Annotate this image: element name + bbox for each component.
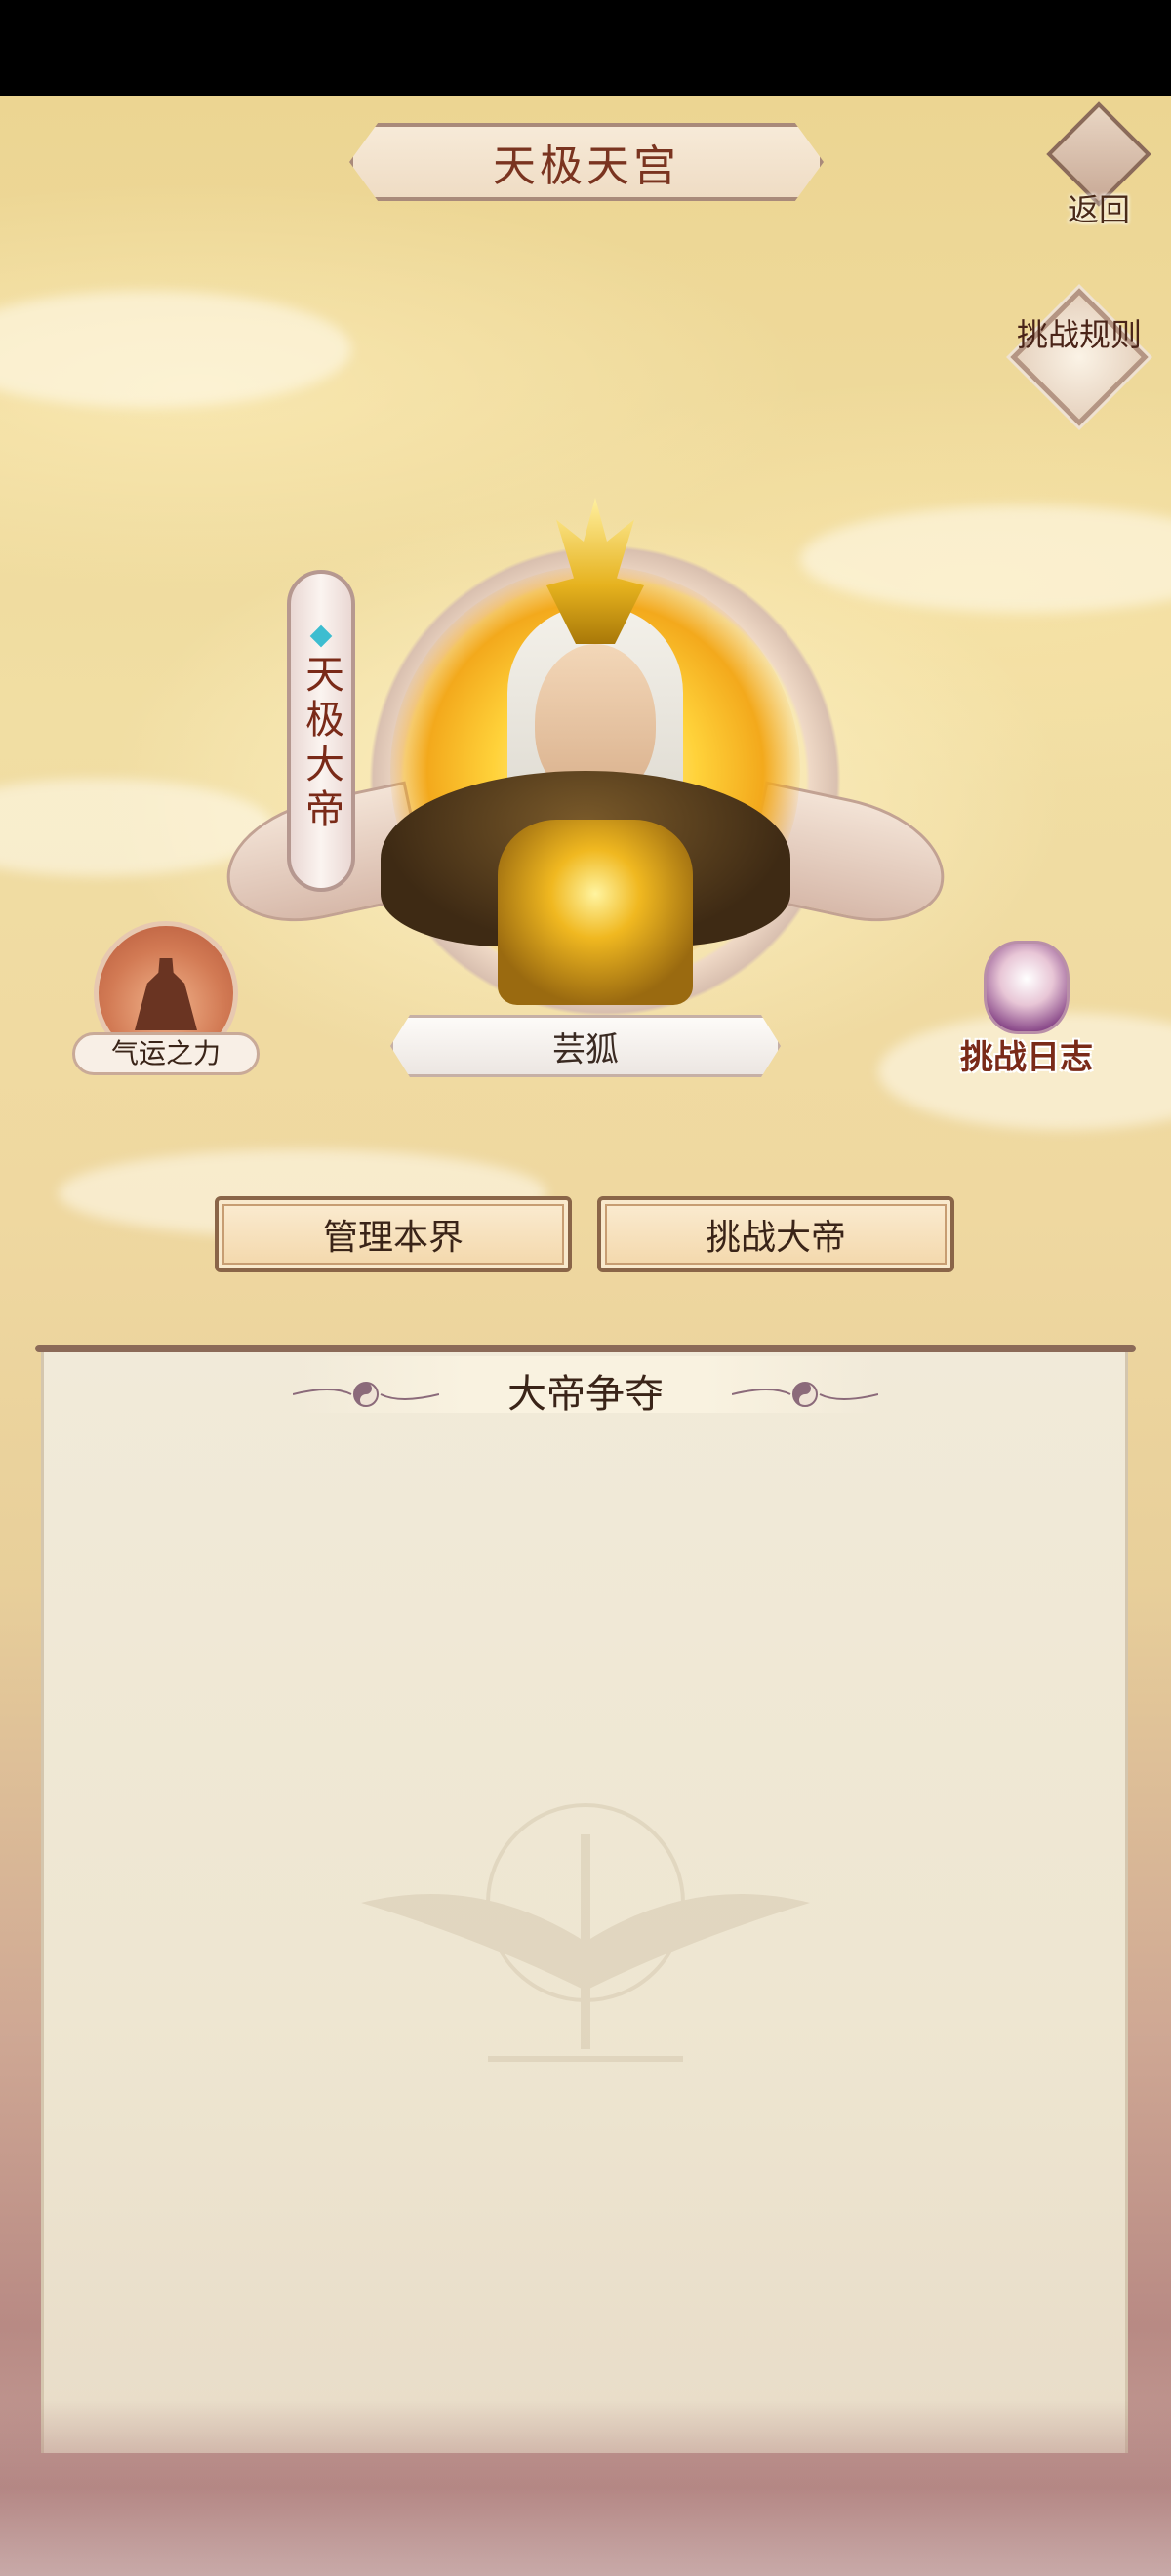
back-button[interactable]: 返回: [1040, 101, 1157, 228]
challenge-emperor-label: 挑战大帝: [705, 1218, 846, 1258]
emperor-title-text: 天极大帝: [299, 654, 343, 833]
page-title: 天极天宫: [493, 141, 680, 191]
phoenix-watermark-icon: [361, 1803, 810, 2062]
scroll-icon: [984, 941, 1070, 1034]
challenge-log-label: 挑战日志: [960, 1038, 1093, 1077]
panel-title: 大帝争夺: [507, 1372, 664, 1417]
emperor-title-banner: 天极大帝: [287, 570, 355, 892]
player-name: 芸狐: [552, 1029, 619, 1069]
rules-diamond-icon: [1010, 288, 1149, 426]
emperor-armor: [498, 820, 693, 1005]
status-bar: [0, 0, 1171, 96]
manage-realm-button[interactable]: 管理本界: [215, 1196, 572, 1272]
fortune-label: 气运之力: [72, 1032, 260, 1075]
yin-yang-ornament-icon: [732, 1382, 878, 1407]
manage-realm-label: 管理本界: [322, 1218, 464, 1258]
panel-top-rod: [35, 1345, 1136, 1352]
emperor-portrait[interactable]: [361, 459, 810, 1005]
rules-label: 挑战规则: [1016, 316, 1142, 353]
challenge-emperor-button[interactable]: 挑战大帝: [597, 1196, 954, 1272]
title-banner: 天极天宫: [349, 123, 824, 201]
fortune-button[interactable]: 气运之力: [68, 921, 263, 1077]
player-name-plate: 芸狐: [390, 1015, 781, 1077]
bottom-mist: [0, 2400, 1171, 2576]
gem-icon: [309, 624, 333, 648]
rules-button[interactable]: 挑战规则: [1005, 283, 1153, 431]
challenge-log-button[interactable]: 挑战日志: [939, 941, 1114, 1087]
back-label: 返回: [1067, 191, 1130, 228]
